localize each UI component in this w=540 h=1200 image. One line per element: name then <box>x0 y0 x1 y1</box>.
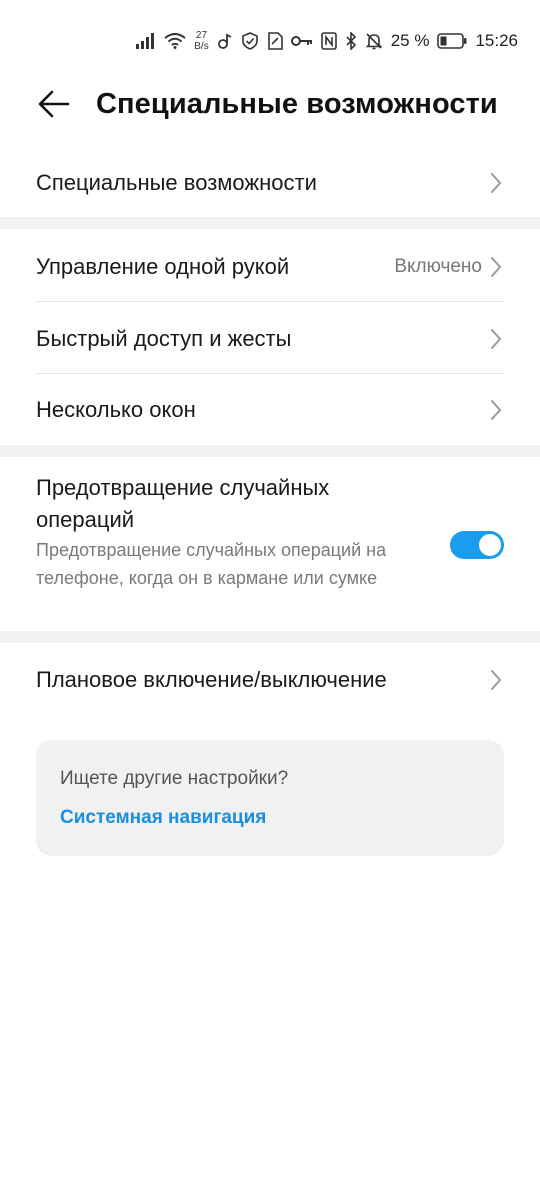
status-bar: 27 B/s 25 % 15:26 <box>0 0 540 80</box>
one-hand-mode-label: Управление одной рукой <box>36 254 290 279</box>
accidental-touch-title: Предотвращение случайных операций <box>36 475 330 532</box>
music-icon <box>217 33 233 49</box>
accessibility-label: Специальные возможности <box>36 170 317 195</box>
toggle-knob <box>479 534 501 556</box>
nfc-icon <box>320 32 337 50</box>
chevron-right-icon <box>490 256 504 278</box>
one-hand-mode-right: Включено <box>394 256 504 278</box>
one-hand-mode-item[interactable]: Управление одной рукой Включено <box>36 238 504 296</box>
chevron-right-icon <box>490 669 504 691</box>
divider <box>36 301 504 302</box>
key-icon <box>290 35 313 47</box>
sim-icon <box>267 32 283 50</box>
bluetooth-icon <box>345 32 357 50</box>
battery-percent: 25 % <box>390 31 430 50</box>
chevron-right-icon <box>490 328 504 350</box>
battery-icon <box>437 33 467 49</box>
suggestion-card: Ищете другие настройки? Системная навига… <box>36 740 504 856</box>
accessibility-item[interactable]: Специальные возможности <box>36 154 504 212</box>
accidental-touch-description: Предотвращение случайных операций на тел… <box>36 540 387 588</box>
net-speed-unit: B/s <box>194 41 209 52</box>
accidental-touch-toggle[interactable] <box>450 531 504 559</box>
scheduled-power-label: Плановое включение/выключение <box>36 667 387 692</box>
wifi-icon <box>164 33 186 49</box>
accidental-touch-item: Предотвращение случайных операций Предот… <box>36 470 504 625</box>
back-button[interactable] <box>34 86 74 126</box>
divider <box>36 373 504 374</box>
page-title: Специальные возможности <box>96 88 498 120</box>
multi-window-item[interactable]: Несколько окон <box>36 381 504 439</box>
chevron-right-icon <box>490 172 504 194</box>
chevron-right-icon <box>490 399 504 421</box>
section-gap <box>0 445 540 457</box>
system-navigation-link[interactable]: Системная навигация <box>60 807 266 829</box>
quick-access-label: Быстрый доступ и жесты <box>36 326 292 351</box>
quick-access-item[interactable]: Быстрый доступ и жесты <box>36 310 504 368</box>
status-icons: 27 B/s 25 % 15:26 <box>136 28 518 54</box>
multi-window-label: Несколько окон <box>36 397 196 422</box>
suggestion-question: Ищете другие настройки? <box>60 768 289 789</box>
one-hand-mode-value: Включено <box>394 256 482 277</box>
arrow-left-icon <box>38 90 70 123</box>
app-header: Специальные возможности <box>0 80 540 136</box>
section-gap <box>0 217 540 229</box>
scheduled-power-item[interactable]: Плановое включение/выключение <box>36 651 504 709</box>
shield-icon <box>241 32 259 50</box>
bell-off-icon <box>365 32 383 50</box>
signal-icon <box>136 33 156 49</box>
net-speed-value: 27 <box>195 30 208 41</box>
section-gap <box>0 631 540 643</box>
net-speed: 27 B/s <box>194 30 208 52</box>
clock: 15:26 <box>475 31 518 50</box>
